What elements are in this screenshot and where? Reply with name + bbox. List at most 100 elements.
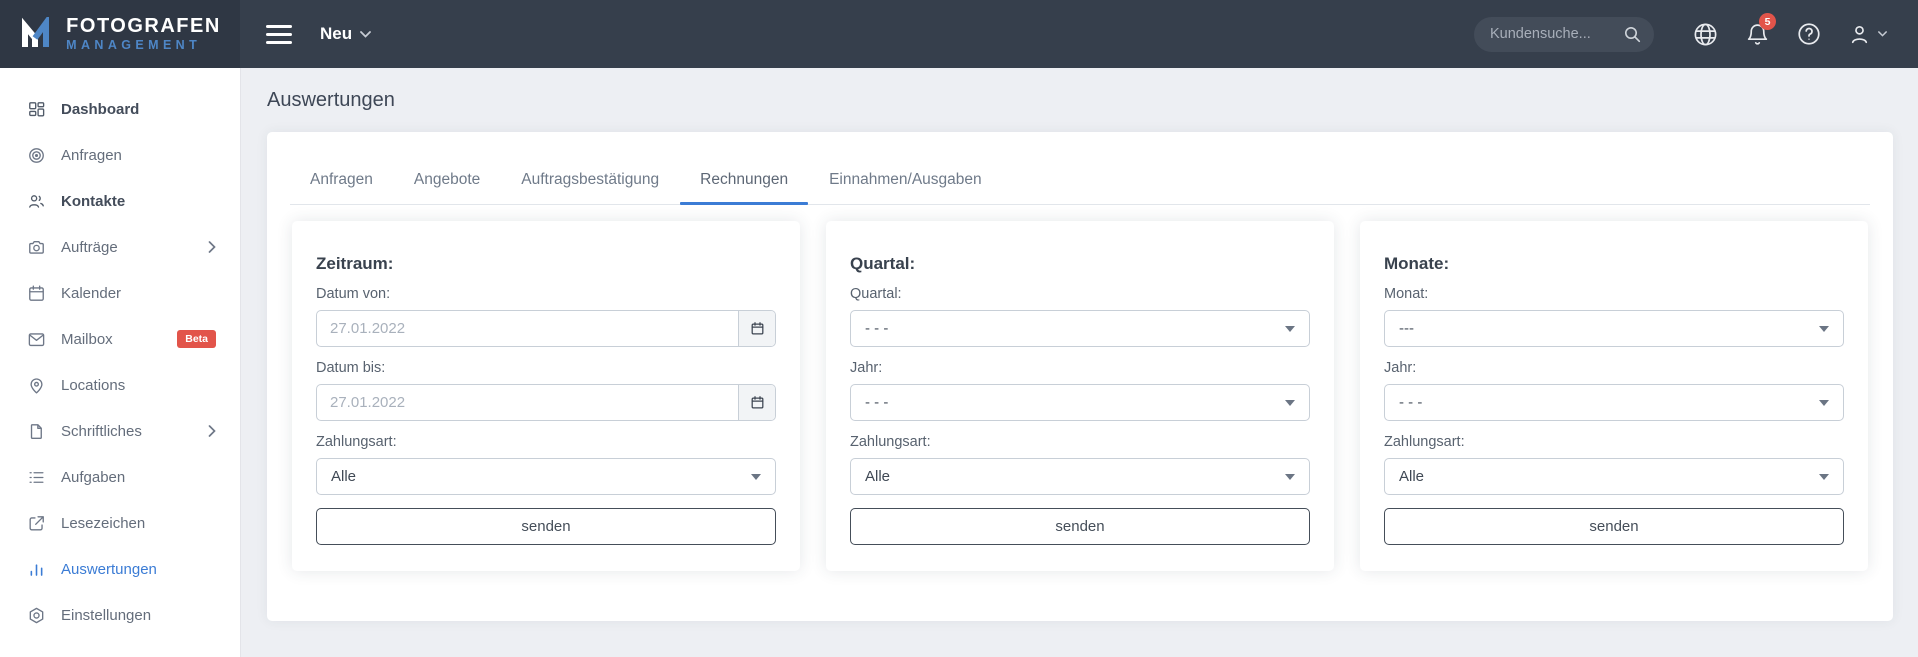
search-input[interactable] — [1490, 26, 1624, 42]
panel-title: Monate: — [1384, 254, 1450, 273]
month-select[interactable]: --- — [1384, 310, 1844, 347]
select-value: Alle — [1399, 468, 1425, 485]
select-value: - - - — [1399, 394, 1423, 411]
senden-button-monate[interactable]: senden — [1384, 508, 1844, 545]
sidebar: Dashboard Anfragen Kontakte Aufträge Kal… — [0, 68, 240, 657]
list-icon — [26, 467, 46, 487]
app-logo[interactable]: FOTOGRAFEN MANAGEMENT — [0, 0, 240, 68]
panel-zeitraum: Zeitraum: Datum von: 27.01.2022 Datum bi… — [292, 221, 800, 571]
sidebar-toggle-button[interactable] — [260, 19, 298, 50]
quarter-label: Quartal: — [850, 286, 902, 302]
select-value: Alle — [865, 468, 891, 485]
beta-badge: Beta — [177, 330, 216, 348]
date-to-picker-button[interactable] — [738, 385, 775, 420]
date-from-input[interactable] — [317, 320, 738, 337]
sidebar-item-label: Kalender — [61, 284, 122, 302]
chevron-right-icon — [208, 241, 216, 253]
customer-search[interactable] — [1474, 16, 1654, 52]
select-caret-icon — [1819, 325, 1829, 332]
sidebar-item-label: Auswertungen — [61, 560, 157, 578]
tab-einnahmen-ausgaben[interactable]: Einnahmen/Ausgaben — [809, 169, 1002, 204]
notifications-button[interactable]: 5 — [1738, 13, 1776, 53]
sidebar-item-einstellungen[interactable]: Einstellungen — [0, 592, 240, 638]
senden-button-quartal[interactable]: senden — [850, 508, 1310, 545]
select-caret-icon — [1819, 399, 1829, 406]
sidebar-item-auswertungen[interactable]: Auswertungen — [0, 546, 240, 592]
select-value: Alle — [331, 468, 357, 485]
help-button[interactable] — [1790, 15, 1828, 53]
year-select[interactable]: - - - — [1384, 384, 1844, 421]
panel-title: Zeitraum: — [316, 254, 394, 273]
globe-icon — [1692, 21, 1719, 48]
select-caret-icon — [1285, 473, 1295, 480]
sidebar-item-auftraege[interactable]: Aufträge — [0, 224, 240, 270]
sidebar-item-label: Mailbox — [61, 330, 113, 348]
sidebar-item-dashboard[interactable]: Dashboard — [0, 86, 240, 132]
payment-type-select[interactable]: Alle — [316, 458, 776, 495]
date-to-label: Datum bis: — [316, 360, 386, 376]
sidebar-item-schriftliches[interactable]: Schriftliches — [0, 408, 240, 454]
tab-auftragsbestaetigung[interactable]: Auftragsbestätigung — [501, 169, 679, 204]
users-icon — [26, 191, 46, 211]
sidebar-item-label: Lesezeichen — [61, 514, 146, 532]
sidebar-item-locations[interactable]: Locations — [0, 362, 240, 408]
select-value: - - - — [865, 320, 889, 337]
tab-angebote[interactable]: Angebote — [394, 169, 500, 204]
sidebar-item-aufgaben[interactable]: Aufgaben — [0, 454, 240, 500]
select-caret-icon — [751, 473, 761, 480]
payment-type-select[interactable]: Alle — [1384, 458, 1844, 495]
payment-type-select[interactable]: Alle — [850, 458, 1310, 495]
gear-icon — [26, 605, 46, 625]
user-menu-button[interactable] — [1842, 15, 1892, 53]
payment-type-label: Zahlungsart: — [316, 434, 397, 450]
sidebar-item-mailbox[interactable]: Mailbox Beta — [0, 316, 240, 362]
senden-button-zeitraum[interactable]: senden — [316, 508, 776, 545]
date-to-field — [316, 384, 776, 421]
user-icon — [1847, 22, 1872, 47]
select-value: --- — [1399, 320, 1414, 337]
date-from-picker-button[interactable] — [738, 311, 775, 346]
panel-title: Quartal: — [850, 254, 916, 273]
chevron-down-icon — [360, 30, 372, 38]
document-icon — [26, 421, 46, 441]
year-label: Jahr: — [1384, 360, 1417, 376]
sidebar-item-label: Dashboard — [61, 100, 140, 118]
quarter-select[interactable]: - - - — [850, 310, 1310, 347]
date-to-input[interactable] — [317, 394, 738, 411]
envelope-icon — [26, 329, 46, 349]
logo-m-icon — [19, 17, 57, 51]
tab-anfragen[interactable]: Anfragen — [290, 169, 393, 204]
date-from-label: Datum von: — [316, 286, 391, 302]
panel-quartal: Quartal: Quartal: - - - Jahr: - - - Zahl… — [826, 221, 1334, 571]
page-title: Auswertungen — [267, 89, 395, 111]
neu-dropdown-button[interactable]: Neu — [320, 24, 372, 44]
sidebar-item-kalender[interactable]: Kalender — [0, 270, 240, 316]
sidebar-item-label: Aufträge — [61, 238, 118, 256]
sidebar-item-label: Einstellungen — [61, 606, 152, 624]
chevron-right-icon — [208, 425, 216, 437]
notification-count-badge: 5 — [1759, 13, 1776, 30]
year-select[interactable]: - - - — [850, 384, 1310, 421]
hamburger-icon — [266, 24, 292, 28]
sidebar-item-lesezeichen[interactable]: Lesezeichen — [0, 500, 240, 546]
date-from-field — [316, 310, 776, 347]
auswertungen-card: Anfragen Angebote Auftragsbestätigung Re… — [267, 132, 1893, 621]
chevron-down-icon — [1878, 31, 1887, 37]
sidebar-item-label: Schriftliches — [61, 422, 142, 440]
target-icon — [26, 145, 46, 165]
sidebar-item-kontakte[interactable]: Kontakte — [0, 178, 240, 224]
sidebar-item-label: Kontakte — [61, 192, 126, 210]
report-tabs: Anfragen Angebote Auftragsbestätigung Re… — [290, 169, 1870, 205]
sidebar-item-anfragen[interactable]: Anfragen — [0, 132, 240, 178]
sidebar-item-label: Anfragen — [61, 146, 122, 164]
calendar-icon — [26, 283, 46, 303]
panel-monate: Monate: Monat: --- Jahr: - - - Zahlungsa… — [1360, 221, 1868, 571]
year-label: Jahr: — [850, 360, 883, 376]
calendar-icon — [750, 395, 765, 410]
sidebar-item-label: Aufgaben — [61, 468, 126, 486]
external-link-icon — [26, 513, 46, 533]
tab-rechnungen[interactable]: Rechnungen — [680, 169, 809, 205]
neu-label: Neu — [320, 24, 353, 43]
language-globe-button[interactable] — [1686, 15, 1724, 53]
month-label: Monat: — [1384, 286, 1429, 302]
